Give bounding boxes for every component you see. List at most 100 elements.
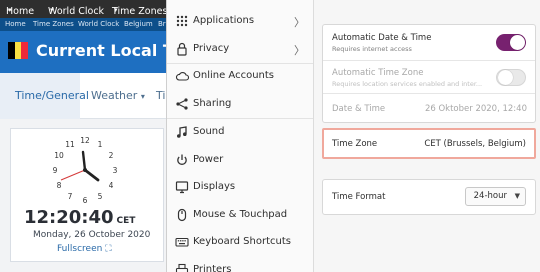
sidebar-item-printers[interactable]: Printers (167, 257, 313, 272)
page-title: Current Local Time (36, 41, 170, 60)
time-zone-row[interactable]: Time Zone CET (Brussels, Belgium) (322, 128, 536, 159)
chevron-down-icon: ▾ (8, 6, 12, 14)
tab-time-general[interactable]: Time/General (15, 89, 89, 102)
sidebar-item-label: Online Accounts (193, 70, 275, 81)
time-format-dropdown[interactable]: 24-hour ▼ (464, 187, 526, 206)
sidebar-item-label: Sound (193, 126, 225, 137)
toggle-knob (498, 70, 513, 85)
automatic-time-zone-subtitle: Requires location services enabled and i… (332, 80, 483, 88)
clock-number: 3 (113, 166, 118, 175)
time-zone-abbr: CET (116, 216, 136, 226)
page-banner: Current Local Time (0, 31, 170, 73)
monitor-icon (175, 181, 189, 194)
sidebar-item-label: Power (193, 154, 224, 165)
share-icon (176, 98, 188, 110)
digital-time: 12:20:40 CET (24, 207, 135, 228)
site-top-nav: Home ▾ World Clock ▾ Time Zones ▾ (0, 0, 170, 18)
clock-hour-hand (83, 168, 100, 182)
flag-stripe-red (21, 42, 29, 59)
chevron-down-icon: ▾ (50, 6, 54, 14)
sidebar-item-keyboard-shortcuts[interactable]: Keyboard Shortcuts (167, 229, 313, 256)
browser-page: Home ▾ World Clock ▾ Time Zones ▾ Home Time… (0, 0, 170, 272)
clock-number: 10 (54, 151, 64, 160)
time-zone-value: CET (Brussels, Belgium) (424, 139, 526, 149)
breadcrumb-world-clock[interactable]: World Clock (78, 20, 119, 28)
automatic-time-zone-label: Automatic Time Zone (332, 68, 424, 78)
clock-number: 9 (53, 166, 58, 175)
nav-world-clock-label: World Clock (48, 6, 105, 17)
breadcrumb-home[interactable]: Home (5, 20, 26, 28)
time-zone-label: Time Zone (332, 139, 378, 149)
clock-number: 2 (109, 151, 114, 160)
keyboard-icon (175, 237, 189, 247)
breadcrumb-time-zones[interactable]: Time Zones (33, 20, 74, 28)
page-tabs: Time/General Weather ▾ Ti (0, 73, 170, 119)
analog-clock: 12 12 3 45 6 78 9 1011 (53, 136, 118, 205)
time-format-box: Time Format 24-hour ▼ (322, 179, 536, 215)
privacy-icon (177, 42, 187, 56)
time-format-row: Time Format 24-hour ▼ (323, 180, 535, 214)
clock-number: 11 (65, 140, 75, 149)
sidebar-item-sound[interactable]: Sound (167, 119, 313, 146)
clock-center (83, 168, 87, 172)
date-time-value: 26 Oktober 2020, 12:40 (424, 104, 527, 114)
tab-weather[interactable]: Weather ▾ (91, 89, 145, 102)
automatic-date-time-label: Automatic Date & Time (332, 33, 432, 43)
automatic-date-time-row[interactable]: Automatic Date & Time Requires internet … (323, 25, 535, 60)
applications-icon (176, 15, 188, 27)
chevron-right-icon: 〉 (294, 44, 305, 57)
fullscreen-link[interactable]: Fullscreen ⛶ (57, 244, 112, 254)
clock-minute-hand (81, 150, 87, 172)
date-time-panel: Automatic Date & Time Requires internet … (314, 0, 540, 272)
date-time-label: Date & Time (332, 104, 386, 114)
cloud-icon (175, 71, 189, 81)
flag-stripe-black (8, 42, 15, 59)
sidebar-item-label: Mouse & Touchpad (193, 209, 288, 220)
clock-number: 6 (83, 196, 88, 205)
fullscreen-icon: ⛶ (105, 244, 112, 254)
time-format-value: 24-hour (473, 191, 507, 201)
breadcrumb-belgium[interactable]: Belgium (124, 20, 153, 28)
chevron-down-icon: ▼ (514, 192, 520, 200)
clock-number: 8 (57, 181, 62, 190)
time-format-label: Time Format (332, 192, 386, 202)
automatic-date-time-toggle[interactable] (496, 34, 526, 51)
belgium-flag-icon (8, 42, 29, 59)
sidebar-item-mouse-touchpad[interactable]: Mouse & Touchpad (167, 202, 313, 229)
sidebar-item-applications[interactable]: Applications 〉 (167, 8, 313, 35)
sidebar-item-label: Privacy (193, 43, 230, 54)
date-time-row: Date & Time 26 Oktober 2020, 12:40 (323, 94, 535, 123)
tab-time-zone[interactable]: Ti (156, 89, 165, 102)
chevron-down-icon: ▾ (140, 92, 145, 101)
sidebar-item-label: Applications (193, 15, 255, 26)
current-time: 12:20:40 (24, 207, 114, 228)
sidebar-item-online-accounts[interactable]: Online Accounts (167, 63, 313, 90)
nav-time-zones-label: Time Zones (112, 6, 168, 17)
fullscreen-label: Fullscreen (57, 244, 103, 254)
sidebar-item-power[interactable]: Power (167, 147, 313, 174)
sidebar-item-label: Sharing (193, 98, 232, 109)
automatic-date-time-subtitle: Requires internet access (332, 45, 412, 53)
date-time-settings-box: Automatic Date & Time Requires internet … (322, 24, 536, 123)
toggle-knob (510, 35, 525, 50)
tab-weather-label: Weather (91, 89, 138, 102)
power-icon (177, 154, 187, 165)
clock-number: 12 (80, 136, 90, 145)
chevron-right-icon: 〉 (294, 16, 305, 29)
sidebar-item-label: Displays (193, 181, 236, 192)
printer-icon (175, 263, 189, 272)
sidebar-item-sharing[interactable]: Sharing (167, 91, 313, 118)
sidebar-item-label: Printers (193, 264, 232, 272)
music-note-icon (177, 126, 187, 138)
clock-number: 7 (68, 192, 73, 201)
automatic-time-zone-toggle (496, 69, 526, 86)
sidebar-item-displays[interactable]: Displays (167, 174, 313, 201)
settings-sidebar: Applications 〉 Privacy 〉 Online Accounts… (166, 0, 314, 272)
chevron-down-icon: ▾ (114, 6, 118, 14)
clock-second-hand (60, 169, 86, 181)
mouse-icon (177, 208, 187, 222)
sidebar-item-privacy[interactable]: Privacy 〉 (167, 36, 313, 63)
automatic-time-zone-row: Automatic Time Zone Requires location se… (323, 61, 535, 93)
current-date: Monday, 26 October 2020 (33, 230, 151, 240)
clock-number: 4 (109, 181, 114, 190)
